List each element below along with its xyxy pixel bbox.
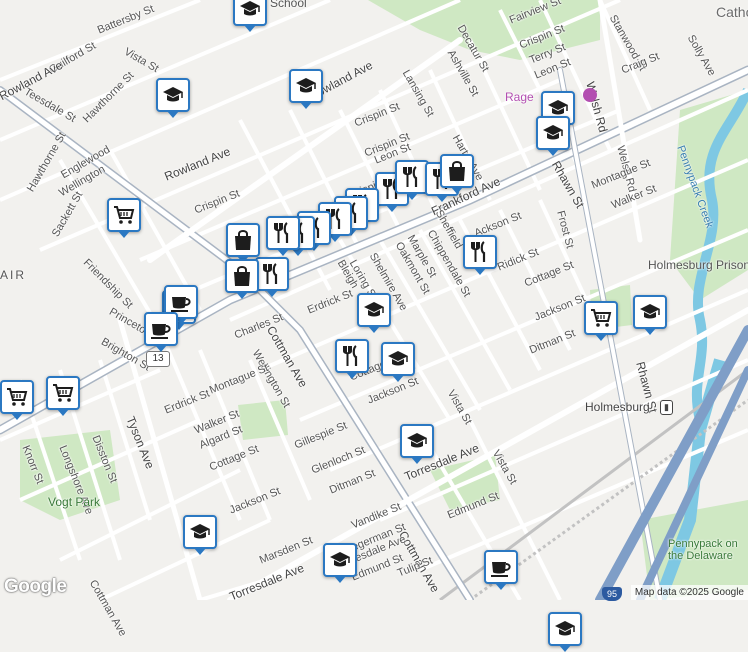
restaurant-map-marker[interactable] bbox=[395, 160, 429, 200]
coffee-icon bbox=[489, 555, 513, 579]
school-icon bbox=[188, 520, 212, 544]
school-map-marker[interactable] bbox=[381, 342, 415, 382]
cart-map-marker[interactable] bbox=[0, 380, 34, 420]
coffee-icon bbox=[149, 317, 173, 341]
school-map-marker[interactable] bbox=[536, 116, 570, 156]
school-icon bbox=[161, 83, 185, 107]
coffee-icon bbox=[169, 290, 193, 314]
school-icon bbox=[328, 548, 352, 572]
restaurant-map-marker[interactable] bbox=[255, 257, 289, 297]
place-label-catho: Catho bbox=[716, 4, 748, 20]
school-icon bbox=[362, 298, 386, 322]
restaurant-icon bbox=[271, 221, 295, 245]
cart-icon bbox=[112, 203, 136, 227]
cart-icon bbox=[51, 381, 75, 405]
google-logo: Google bbox=[4, 576, 67, 597]
shopping-bag-map-marker[interactable] bbox=[440, 154, 474, 194]
school-icon bbox=[638, 300, 662, 324]
map-attribution[interactable]: Map data ©2025 Google bbox=[630, 585, 748, 600]
cart-icon bbox=[589, 306, 613, 330]
place-label-rage[interactable]: Rage bbox=[505, 90, 534, 104]
cart-map-marker[interactable] bbox=[107, 198, 141, 238]
place-label-vogt-park[interactable]: Vogt Park bbox=[48, 495, 100, 509]
route-13-shield: 13 bbox=[146, 351, 170, 367]
school-map-marker[interactable] bbox=[183, 515, 217, 555]
rage-poi-icon[interactable] bbox=[583, 88, 597, 102]
school-map-marker[interactable] bbox=[400, 424, 434, 464]
restaurant-icon bbox=[340, 344, 364, 368]
school-map-marker[interactable] bbox=[323, 543, 357, 583]
school-icon bbox=[386, 347, 410, 371]
restaurant-icon bbox=[260, 262, 284, 286]
school-map-marker[interactable] bbox=[233, 0, 267, 32]
place-label-holmesburg-prison[interactable]: Holmesburg Prison bbox=[648, 258, 748, 272]
place-label-air: AIR bbox=[0, 268, 27, 282]
restaurant-icon bbox=[400, 165, 424, 189]
station-icon[interactable]: ▮ bbox=[660, 400, 673, 415]
cart-icon bbox=[5, 385, 29, 409]
school-map-marker[interactable] bbox=[633, 295, 667, 335]
cart-map-marker[interactable] bbox=[584, 301, 618, 341]
school-map-marker[interactable] bbox=[357, 293, 391, 333]
place-label-holmesburg[interactable]: Holmesburg bbox=[585, 400, 650, 414]
place-label-pennypack-delaware[interactable]: Pennypack on the Delaware bbox=[668, 538, 748, 562]
school-icon bbox=[541, 121, 565, 145]
school-map-marker[interactable] bbox=[548, 612, 582, 652]
shopping-bag-icon bbox=[445, 159, 469, 183]
coffee-map-marker[interactable] bbox=[484, 550, 518, 590]
school-map-marker[interactable] bbox=[289, 69, 323, 109]
cart-map-marker[interactable] bbox=[46, 376, 80, 416]
school-icon bbox=[238, 0, 262, 21]
shopping-bag-map-marker[interactable] bbox=[225, 259, 259, 299]
restaurant-map-marker[interactable] bbox=[266, 216, 300, 256]
shopping-bag-map-marker[interactable] bbox=[226, 223, 260, 263]
interstate-95-shield: 95 bbox=[602, 587, 622, 601]
shopping-bag-icon bbox=[230, 264, 254, 288]
school-icon bbox=[405, 429, 429, 453]
restaurant-map-marker[interactable] bbox=[335, 339, 369, 379]
school-map-marker[interactable] bbox=[156, 78, 190, 118]
restaurant-icon bbox=[468, 240, 492, 264]
school-icon bbox=[294, 74, 318, 98]
shopping-bag-icon bbox=[231, 228, 255, 252]
restaurant-map-marker[interactable] bbox=[463, 235, 497, 275]
place-label-school: School bbox=[270, 0, 307, 10]
school-icon bbox=[553, 617, 577, 641]
coffee-map-marker[interactable] bbox=[144, 312, 178, 352]
